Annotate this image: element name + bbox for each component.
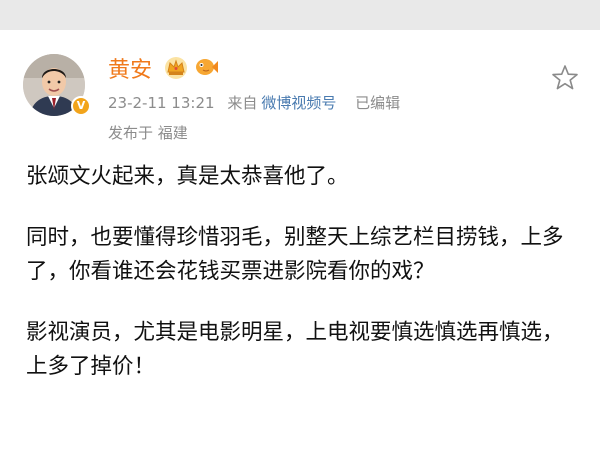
- author-name[interactable]: 黄安: [108, 52, 152, 84]
- post-meta: 23-2-11 13:21 来自 微博视频号 已编辑: [108, 92, 408, 113]
- verified-badge-icon: V: [71, 96, 91, 116]
- post-paragraph: 张颂文火起来，真是太恭喜他了。: [26, 164, 349, 189]
- timestamp: 23-2-11 13:21: [108, 94, 215, 112]
- post-content: 张颂文火起来，真是太恭喜他了。 同时，也要懂得珍惜羽毛，别整天上综艺栏目捞钱，上…: [26, 160, 581, 411]
- post-paragraph: 影视演员，尤其是电影明星，上电视要慎选慎选再慎选，上多了掉价！: [26, 320, 564, 379]
- fish-icon[interactable]: [193, 55, 219, 79]
- post-paragraph: 同时，也要懂得珍惜羽毛，别整天上综艺栏目捞钱，上多了，你看谁还会花钱买票进影院看…: [26, 225, 564, 284]
- source-prefix: 来自: [227, 94, 258, 112]
- edited-label[interactable]: 已编辑: [355, 94, 400, 112]
- post-location: 发布于 福建: [108, 124, 188, 142]
- top-status-strip: [0, 0, 600, 30]
- source-link[interactable]: 微博视频号: [261, 94, 336, 112]
- star-icon[interactable]: [550, 63, 580, 93]
- crown-icon[interactable]: [163, 55, 189, 79]
- weibo-post-card: V 黄安 23-2-11 13:21 来自 微博视频号 已编辑 发布于 福建 张颂…: [0, 30, 600, 471]
